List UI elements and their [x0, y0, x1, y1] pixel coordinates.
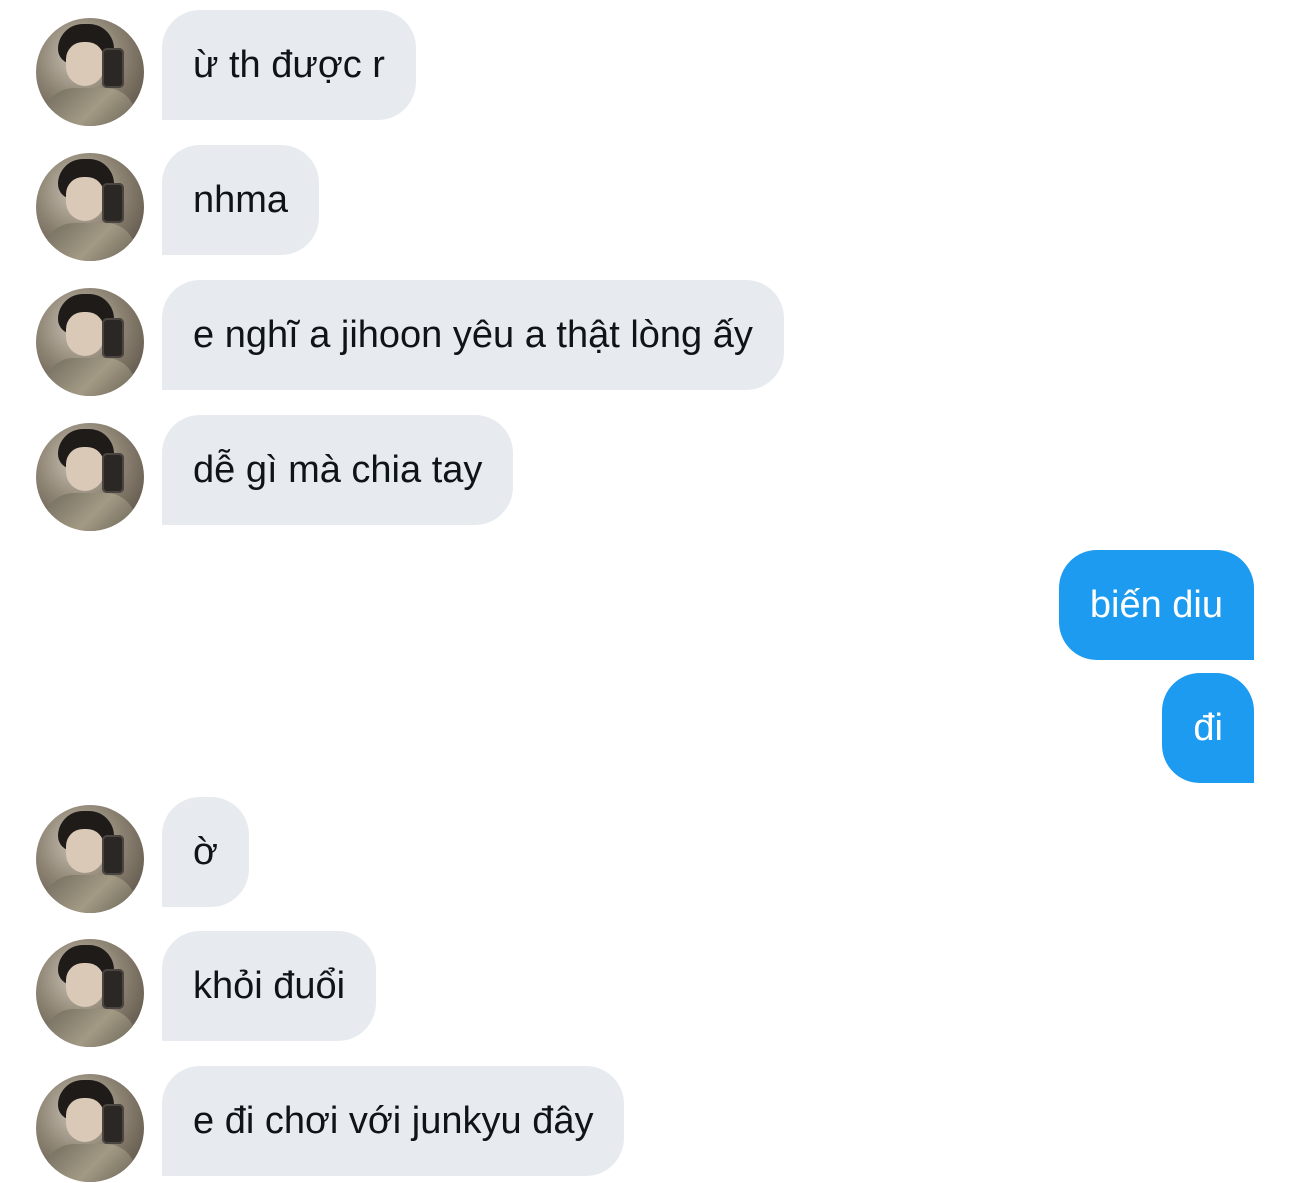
avatar[interactable]: [36, 1074, 144, 1182]
message-bubble-sent[interactable]: biến diu: [1058, 550, 1254, 660]
message-row: khỏi đuổi: [0, 931, 1290, 1047]
message-bubble[interactable]: nhma: [162, 145, 320, 255]
message-row: ừ th được r: [0, 10, 1290, 126]
message-bubble[interactable]: ừ th được r: [162, 10, 416, 120]
message-bubble[interactable]: e đi chơi với junkyu đây: [162, 1066, 625, 1176]
message-row: dễ gì mà chia tay: [0, 415, 1290, 531]
message-row: e đi chơi với junkyu đây: [0, 1066, 1290, 1182]
message-row: đi: [0, 673, 1290, 783]
avatar[interactable]: [36, 18, 144, 126]
message-bubble[interactable]: ờ: [162, 797, 249, 907]
avatar[interactable]: [36, 805, 144, 913]
message-row: biến diu: [0, 550, 1290, 660]
message-bubble-sent[interactable]: đi: [1162, 673, 1254, 783]
avatar[interactable]: [36, 288, 144, 396]
avatar[interactable]: [36, 153, 144, 261]
message-row: e nghĩ a jihoon yêu a thật lòng ấy: [0, 280, 1290, 396]
avatar[interactable]: [36, 939, 144, 1047]
avatar[interactable]: [36, 423, 144, 531]
message-row: nhma: [0, 145, 1290, 261]
message-bubble[interactable]: dễ gì mà chia tay: [162, 415, 514, 525]
message-bubble[interactable]: e nghĩ a jihoon yêu a thật lòng ấy: [162, 280, 784, 390]
message-bubble[interactable]: khỏi đuổi: [162, 931, 377, 1041]
message-row: ờ: [0, 797, 1290, 913]
